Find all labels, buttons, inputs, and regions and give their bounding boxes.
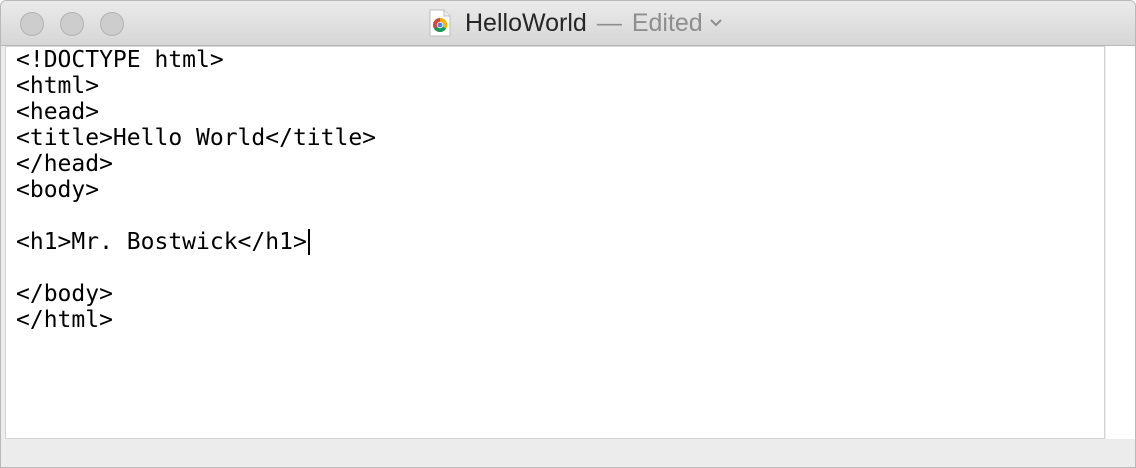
code-line-text: <h1>Mr. Bostwick</h1>	[16, 229, 307, 255]
text-editing-area[interactable]: <!DOCTYPE html> <html> <head> <title>Hello …	[5, 46, 1105, 439]
code-line[interactable]: <!DOCTYPE html>	[16, 47, 376, 73]
title-bar[interactable]: HelloWorld — Edited	[1, 1, 1135, 46]
code-text[interactable]: <!DOCTYPE html> <html> <head> <title>Hello …	[16, 47, 376, 333]
code-line-text: <!DOCTYPE html>	[16, 47, 224, 73]
code-line[interactable]: <h1>Mr. Bostwick</h1>	[16, 229, 376, 255]
minimize-window-button[interactable]	[60, 12, 84, 36]
text-cursor	[307, 229, 310, 255]
chevron-down-icon[interactable]	[709, 18, 723, 28]
code-line[interactable]: </head>	[16, 151, 376, 177]
code-line[interactable]	[16, 203, 376, 229]
code-line-text: </html>	[16, 307, 113, 333]
text-editor-window: HelloWorld — Edited <!DOCTYPE html> <html…	[0, 0, 1136, 468]
close-window-button[interactable]	[20, 12, 44, 36]
code-line-text: </body>	[16, 281, 113, 307]
code-line[interactable]: <title>Hello World</title>	[16, 125, 376, 151]
chrome-html-document-icon	[429, 9, 451, 37]
code-line[interactable]	[16, 255, 376, 281]
code-line-text: <title>Hello World</title>	[16, 125, 377, 151]
document-name: HelloWorld	[465, 8, 587, 37]
window-title[interactable]: HelloWorld — Edited	[429, 8, 723, 38]
zoom-window-button[interactable]	[100, 12, 124, 36]
code-line-text: <html>	[16, 73, 100, 99]
code-line[interactable]: <head>	[16, 99, 376, 125]
code-line-text: <body>	[16, 177, 100, 203]
code-line[interactable]: </body>	[16, 281, 376, 307]
code-line-text: </head>	[16, 151, 113, 177]
vertical-scrollbar[interactable]	[1106, 46, 1135, 439]
code-line[interactable]: <html>	[16, 73, 376, 99]
code-line[interactable]: </html>	[16, 307, 376, 333]
title-separator: —	[596, 8, 622, 37]
code-line[interactable]: <body>	[16, 177, 376, 203]
edited-status: Edited	[631, 8, 703, 37]
code-line-text: <head>	[16, 99, 100, 125]
